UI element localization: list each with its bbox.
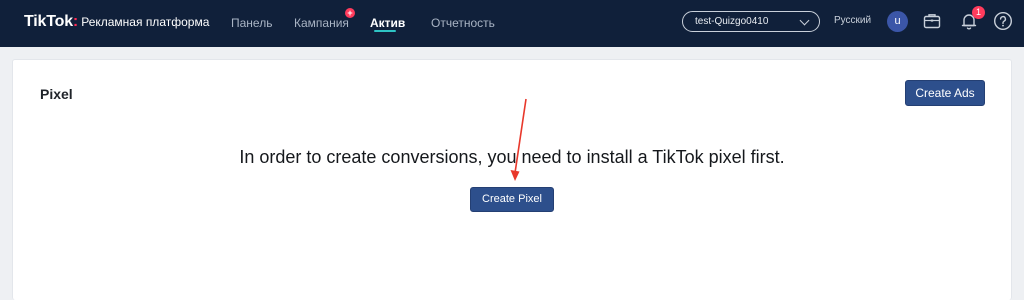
user-avatar[interactable]: u (887, 11, 908, 32)
chevron-down-icon (799, 15, 810, 26)
tiktok-ads-logo[interactable]: TikTok : Рекламная платформа (24, 13, 209, 33)
annotation-arrow (510, 98, 527, 181)
language-switcher[interactable]: Русский (834, 15, 871, 26)
question-circle-icon[interactable] (993, 11, 1013, 31)
create-pixel-button[interactable]: Create Pixel (470, 187, 554, 212)
account-name: test-Quizgo0410 (695, 16, 769, 27)
create-ads-button[interactable]: Create Ads (905, 80, 985, 106)
nav-item-campaign[interactable]: Кампания (294, 14, 349, 32)
notification-badge: 1 (972, 6, 985, 19)
campaign-badge: + (345, 8, 355, 18)
logo-wordmark: TikTok (24, 13, 73, 30)
top-navigation-bar: TikTok : Рекламная платформа Панель Камп… (0, 0, 1024, 47)
logo-subtitle: Рекламная платформа (81, 15, 210, 29)
account-selector[interactable]: test-Quizgo0410 (682, 11, 820, 32)
active-tab-indicator (374, 30, 396, 32)
briefcase-icon[interactable] (922, 11, 942, 31)
nav-item-dashboard[interactable]: Панель (231, 14, 272, 32)
logo-dot: : (72, 13, 79, 30)
page-title: Pixel (40, 86, 73, 102)
nav-item-reporting[interactable]: Отчетность (431, 14, 495, 32)
